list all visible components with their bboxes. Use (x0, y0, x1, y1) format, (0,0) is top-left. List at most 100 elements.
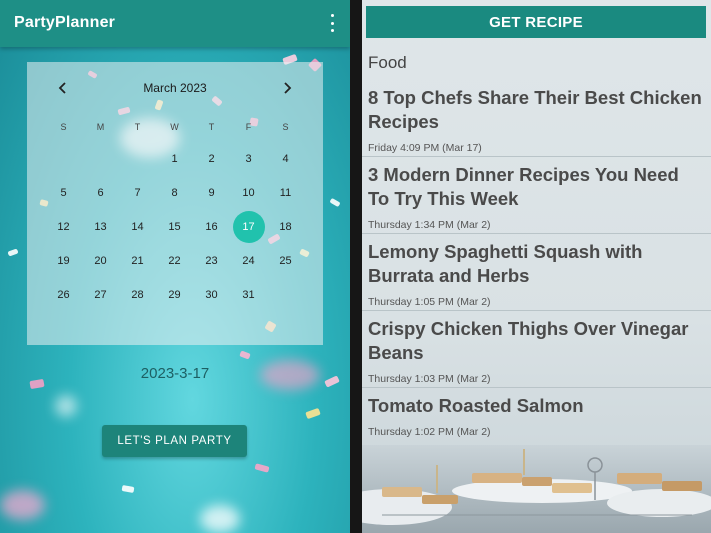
day-cell[interactable]: 30 (193, 279, 230, 311)
article-title: Crispy Chicken Thighs Over Vinegar Beans (368, 318, 689, 363)
article-title: Lemony Spaghetti Squash with Burrata and… (368, 241, 643, 286)
day-cell[interactable]: 19 (45, 245, 82, 277)
weekday-row: S M T W T F S (45, 120, 341, 134)
day-cell[interactable]: 26 (45, 279, 82, 311)
day-number: 3 (245, 153, 252, 165)
recipe-screen: GET RECIPE Food 8 Top Chefs Share Their … (362, 0, 711, 533)
app-title: PartyPlanner (14, 14, 116, 31)
day-cell[interactable]: 10 (230, 177, 267, 209)
day-cell[interactable]: 15 (156, 211, 193, 243)
plan-party-button[interactable]: LET'S PLAN PARTY (102, 425, 247, 457)
day-cell[interactable]: 23 (193, 245, 230, 277)
day-number: 7 (134, 187, 141, 199)
day-cell[interactable]: 24 (230, 245, 267, 277)
day-number: 27 (94, 289, 107, 301)
article-time: Friday 4:09 PM (Mar 17) (368, 142, 482, 154)
article-item[interactable]: Tomato Roasted Salmon Thursday 1:02 PM (… (362, 394, 711, 442)
bokeh-light (200, 505, 240, 533)
food-background-photo (362, 445, 711, 533)
day-cell[interactable]: 16 (193, 211, 230, 243)
empty-day-cell (45, 143, 82, 175)
day-cell[interactable]: 6 (82, 177, 119, 209)
day-cell[interactable]: 22 (156, 245, 193, 277)
day-cell[interactable]: 31 (230, 279, 267, 311)
screen-divider (350, 0, 362, 533)
day-number: 17 (232, 211, 265, 243)
weekday-label: W (170, 122, 179, 132)
selected-day-cell[interactable]: 17 (230, 211, 267, 243)
day-number: 30 (205, 289, 218, 301)
day-cell[interactable]: 21 (119, 245, 156, 277)
day-cell[interactable]: 13 (82, 211, 119, 243)
day-cell[interactable]: 1 (156, 143, 193, 175)
selected-date-text: 2023-3-17 (140, 365, 210, 382)
overflow-menu-icon[interactable] (328, 14, 336, 32)
day-number: 29 (168, 289, 181, 301)
chevron-right-icon[interactable] (277, 78, 297, 98)
get-recipe-button[interactable]: GET RECIPE (366, 6, 706, 38)
day-number: 22 (168, 255, 181, 267)
weekday-label: T (134, 122, 141, 132)
week-row: 5 6 7 8 9 10 11 (45, 177, 341, 209)
calendar-header: March 2023 (27, 78, 323, 98)
weekday-label: S (282, 122, 289, 132)
article-item[interactable]: 8 Top Chefs Share Their Best Chicken Rec… (362, 86, 711, 157)
day-cell[interactable]: 11 (267, 177, 304, 209)
category-label: Food (368, 53, 407, 72)
party-planner-screen: PartyPlanner March 2023 S M T W T F S 12… (0, 0, 350, 533)
day-number: 2 (208, 153, 215, 165)
empty-day-cell (82, 143, 119, 175)
day-cell[interactable]: 2 (193, 143, 230, 175)
day-number: 10 (242, 187, 255, 199)
day-cell[interactable]: 28 (119, 279, 156, 311)
day-number: 31 (242, 289, 255, 301)
day-cell[interactable]: 25 (267, 245, 304, 277)
day-number: 28 (131, 289, 144, 301)
confetti (7, 248, 19, 257)
article-item[interactable]: Crispy Chicken Thighs Over Vinegar Beans… (362, 317, 711, 388)
day-number: 11 (279, 187, 292, 199)
day-number: 23 (205, 255, 218, 267)
article-item[interactable]: Lemony Spaghetti Squash with Burrata and… (362, 240, 711, 311)
article-time: Thursday 1:02 PM (Mar 2) (368, 426, 491, 438)
confetti (305, 407, 321, 420)
bokeh-light (55, 395, 77, 417)
day-number: 26 (57, 289, 70, 301)
week-row: 12 13 14 15 16 17 18 (45, 211, 341, 243)
day-number: 15 (168, 221, 181, 233)
day-number: 8 (171, 187, 178, 199)
week-row: 26 27 28 29 30 31 (45, 279, 341, 311)
day-cell[interactable]: 29 (156, 279, 193, 311)
weekday-label: M (96, 122, 105, 132)
empty-day-cell (267, 279, 304, 311)
day-cell[interactable]: 14 (119, 211, 156, 243)
day-cell[interactable]: 27 (82, 279, 119, 311)
day-number: 21 (131, 255, 144, 267)
article-title: 3 Modern Dinner Recipes You Need To Try … (368, 164, 679, 209)
day-number: 24 (242, 255, 255, 267)
day-cell[interactable]: 7 (119, 177, 156, 209)
day-cell[interactable]: 20 (82, 245, 119, 277)
day-number: 20 (94, 255, 107, 267)
day-cell[interactable]: 4 (267, 143, 304, 175)
day-number: 18 (279, 221, 292, 233)
week-row: 1 2 3 4 (45, 143, 341, 175)
day-cell[interactable]: 12 (45, 211, 82, 243)
confetti (254, 463, 270, 473)
day-cell[interactable]: 5 (45, 177, 82, 209)
day-number: 1 (171, 153, 178, 165)
day-cell[interactable]: 9 (193, 177, 230, 209)
day-number: 14 (131, 221, 144, 233)
article-title: Tomato Roasted Salmon (368, 395, 584, 416)
day-cell[interactable]: 18 (267, 211, 304, 243)
day-number: 16 (205, 221, 218, 233)
article-title: 8 Top Chefs Share Their Best Chicken Rec… (368, 87, 702, 132)
article-item[interactable]: 3 Modern Dinner Recipes You Need To Try … (362, 163, 711, 234)
day-cell[interactable]: 8 (156, 177, 193, 209)
day-number: 19 (57, 255, 70, 267)
day-cell[interactable]: 3 (230, 143, 267, 175)
confetti (121, 485, 135, 493)
article-time: Thursday 1:34 PM (Mar 2) (368, 219, 491, 231)
day-number: 9 (208, 187, 215, 199)
article-time: Thursday 1:03 PM (Mar 2) (368, 373, 491, 385)
